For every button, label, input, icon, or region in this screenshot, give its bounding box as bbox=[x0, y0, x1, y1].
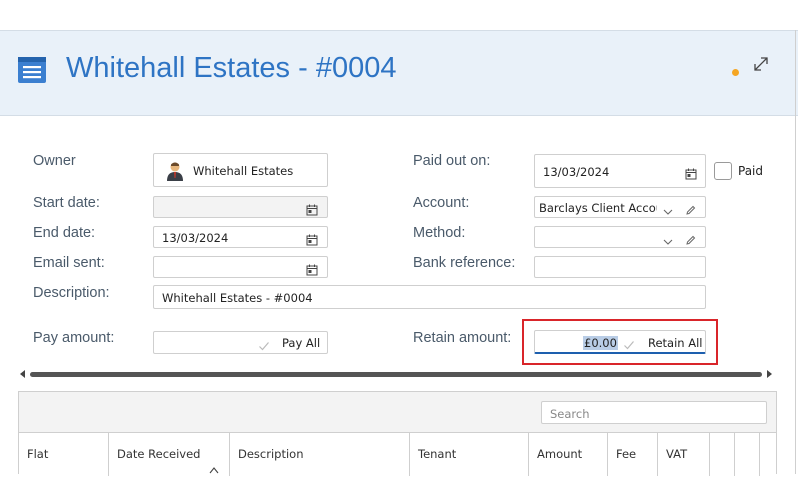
bank-reference-label: Bank reference: bbox=[413, 255, 516, 271]
description-value: Whitehall Estates - #0004 bbox=[162, 291, 313, 305]
scroll-right-arrow[interactable] bbox=[767, 370, 772, 378]
start-date-field[interactable] bbox=[153, 196, 328, 218]
column-fee[interactable]: Fee bbox=[608, 433, 658, 476]
end-date-field[interactable]: 13/03/2024 bbox=[153, 226, 328, 248]
data-grid: Search Flat Date Received Description Te… bbox=[18, 391, 777, 476]
list-icon bbox=[17, 55, 47, 85]
column-date-received[interactable]: Date Received bbox=[109, 433, 230, 476]
start-date-label: Start date: bbox=[33, 195, 100, 211]
column-amount[interactable]: Amount bbox=[529, 433, 608, 476]
bank-reference-field[interactable] bbox=[534, 256, 706, 278]
grid-search-input[interactable]: Search bbox=[541, 401, 767, 424]
end-date-label: End date: bbox=[33, 225, 96, 241]
status-dot bbox=[732, 69, 739, 76]
calendar-icon[interactable] bbox=[306, 201, 318, 220]
account-value: Barclays Client Accou bbox=[539, 201, 657, 215]
column-vat[interactable]: VAT bbox=[658, 433, 710, 476]
method-label: Method: bbox=[413, 225, 466, 241]
retain-amount-field[interactable]: £0.00 Retain All bbox=[534, 330, 706, 354]
column-description[interactable]: Description bbox=[230, 433, 410, 476]
owner-value: Whitehall Estates bbox=[193, 164, 294, 178]
check-icon[interactable] bbox=[623, 336, 635, 355]
grid-header-row: Flat Date Received Description Tenant Am… bbox=[19, 432, 776, 476]
description-field[interactable]: Whitehall Estates - #0004 bbox=[153, 285, 706, 309]
end-date-value: 13/03/2024 bbox=[162, 231, 229, 245]
check-icon[interactable] bbox=[258, 337, 270, 356]
account-select[interactable]: Barclays Client Accou bbox=[534, 196, 706, 218]
calendar-icon[interactable] bbox=[306, 231, 318, 250]
account-label: Account: bbox=[413, 195, 470, 211]
grid-search-placeholder: Search bbox=[550, 407, 590, 421]
paid-checkbox[interactable] bbox=[714, 162, 732, 180]
sort-ascending-icon[interactable] bbox=[209, 449, 219, 492]
column-extra-1 bbox=[710, 433, 735, 476]
email-sent-field[interactable] bbox=[153, 256, 328, 278]
chevron-down-icon[interactable] bbox=[663, 232, 673, 251]
calendar-icon[interactable] bbox=[685, 165, 697, 184]
page-title: Whitehall Estates - #0004 bbox=[66, 52, 397, 84]
pencil-icon[interactable] bbox=[685, 201, 696, 220]
pay-amount-field[interactable]: Pay All bbox=[153, 331, 328, 354]
column-tenant[interactable]: Tenant bbox=[410, 433, 529, 476]
scroll-left-arrow[interactable] bbox=[20, 370, 25, 378]
column-flat[interactable]: Flat bbox=[19, 433, 109, 476]
chevron-down-icon[interactable] bbox=[663, 202, 673, 221]
pencil-icon[interactable] bbox=[685, 231, 696, 250]
retain-all-button[interactable]: Retain All bbox=[648, 336, 703, 350]
calendar-icon[interactable] bbox=[306, 261, 318, 280]
description-label: Description: bbox=[33, 285, 110, 301]
paid-out-on-label: Paid out on: bbox=[413, 153, 491, 169]
owner-label: Owner bbox=[33, 153, 76, 169]
expand-icon[interactable] bbox=[752, 55, 770, 73]
email-sent-label: Email sent: bbox=[33, 255, 105, 271]
right-edge-border bbox=[795, 30, 796, 474]
pay-amount-label: Pay amount: bbox=[33, 330, 115, 346]
owner-field[interactable]: Whitehall Estates bbox=[153, 153, 328, 187]
paid-label: Paid bbox=[738, 164, 764, 178]
paid-out-on-field[interactable]: 13/03/2024 bbox=[534, 154, 706, 188]
pay-all-button[interactable]: Pay All bbox=[282, 336, 320, 350]
retain-amount-value[interactable]: £0.00 bbox=[583, 336, 618, 350]
horizontal-scrollbar[interactable] bbox=[30, 372, 762, 377]
column-date-received-label: Date Received bbox=[117, 447, 201, 461]
retain-amount-label: Retain amount: bbox=[413, 330, 512, 346]
person-icon bbox=[166, 161, 184, 181]
column-extra-2 bbox=[735, 433, 760, 476]
method-select[interactable] bbox=[534, 226, 706, 248]
paid-out-on-value: 13/03/2024 bbox=[543, 165, 610, 179]
